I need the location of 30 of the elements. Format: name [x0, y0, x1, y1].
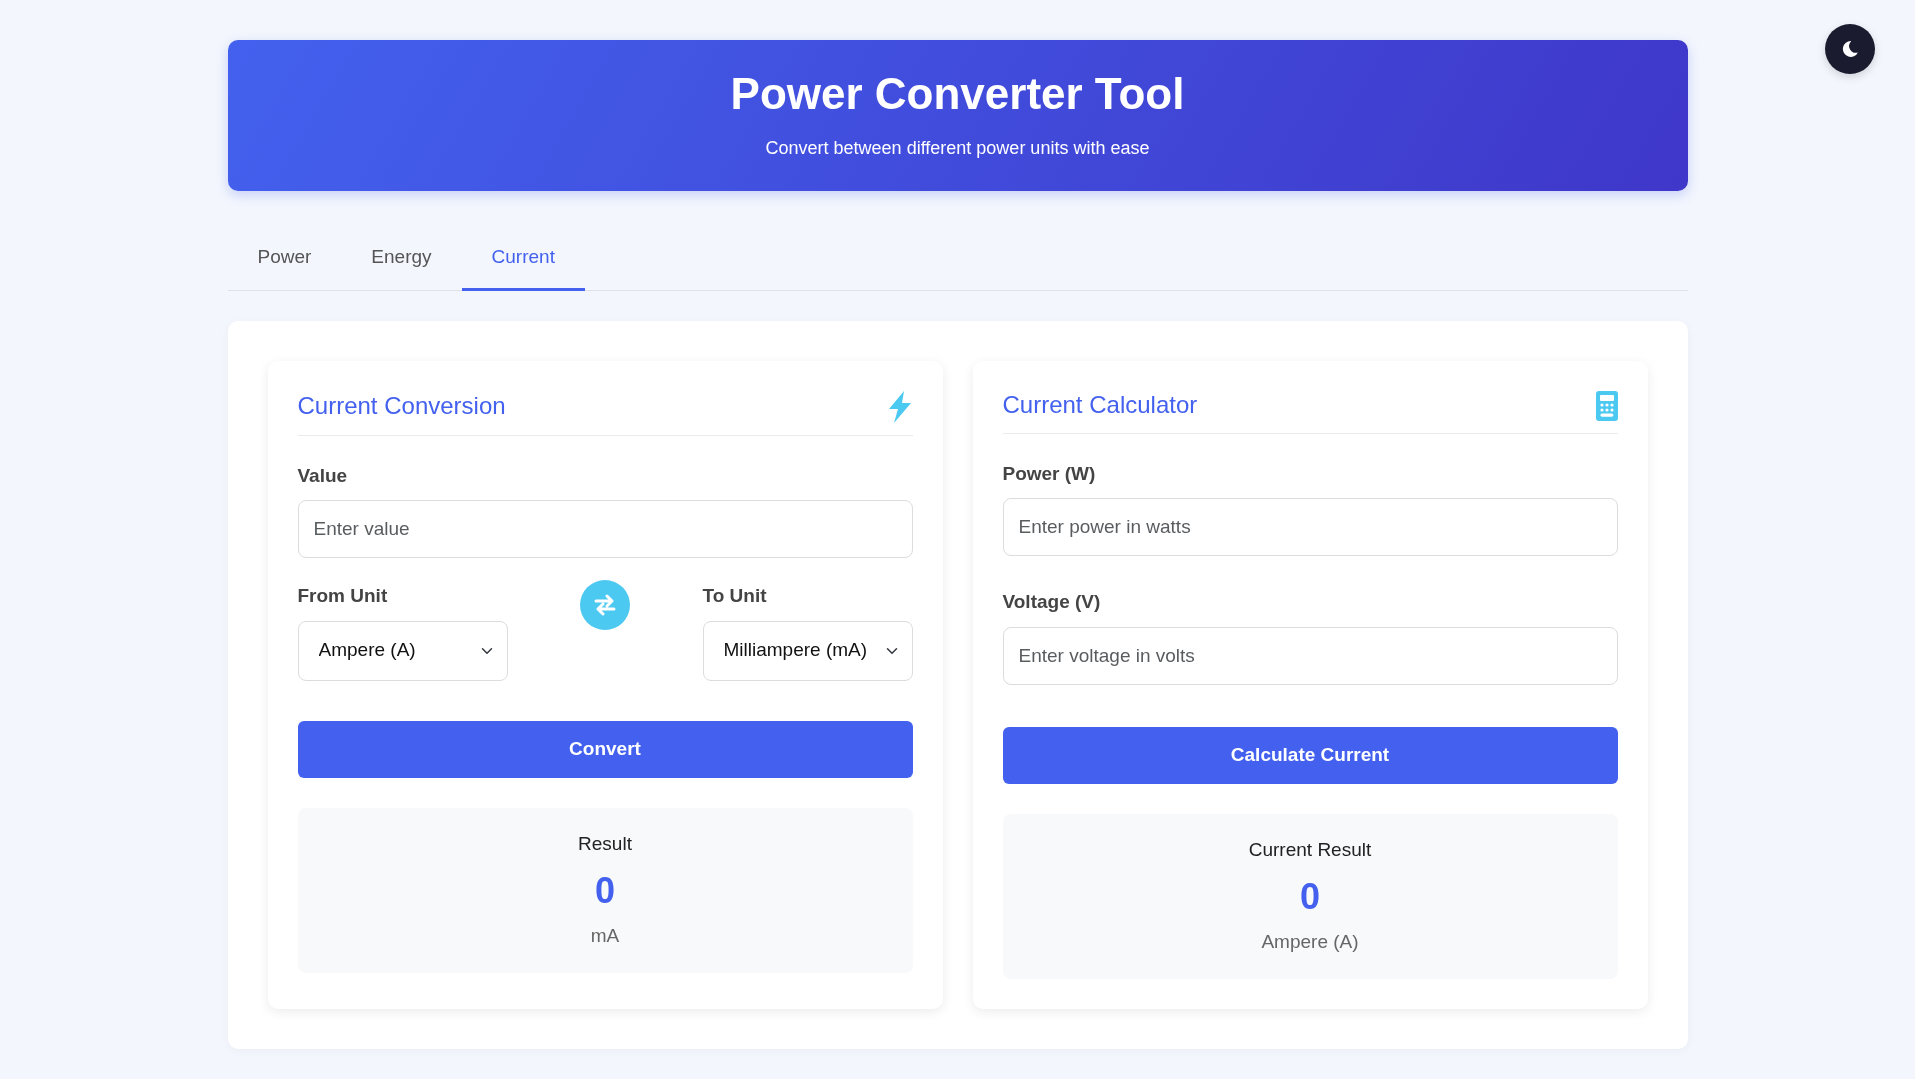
input-field[interactable]: Enter voltage in volts	[1002, 626, 1618, 685]
moon-icon	[1841, 40, 1859, 58]
card-title: Current Calculator	[1002, 391, 1198, 420]
tab[interactable]: Current	[461, 233, 585, 291]
result-value: 0	[1299, 875, 1321, 919]
result-unit: Ampere (A)	[1260, 930, 1360, 954]
calculate-button[interactable]: Calculate Current	[1002, 726, 1618, 784]
value-input[interactable]: Enter value	[297, 500, 913, 558]
theme-toggle-button[interactable]	[1825, 24, 1875, 74]
input-field[interactable]: Enter power in watts	[1002, 498, 1618, 556]
convert-button[interactable]: Convert	[297, 720, 913, 778]
result-value: 0	[594, 869, 616, 913]
result-label: Current Result	[1247, 837, 1373, 862]
field-label: From Unit	[297, 584, 389, 608]
calculator-icon	[1595, 390, 1618, 421]
field-label: Power (W)	[1002, 461, 1097, 486]
field-label: Voltage (V)	[1002, 590, 1102, 614]
swap-arrows-icon	[593, 594, 617, 616]
tab[interactable]: Power	[227, 233, 342, 291]
field-label: Value	[297, 463, 349, 488]
page-subtitle: Convert between different power units with ease	[764, 136, 1151, 160]
card-title: Current Conversion	[297, 392, 506, 421]
field-label: To Unit	[702, 584, 768, 608]
to-unit-select[interactable]: Milliampere (mA)	[702, 620, 913, 681]
tab[interactable]: Energy	[341, 233, 462, 291]
lightning-icon	[886, 390, 913, 423]
result-label: Result	[577, 831, 633, 856]
from-unit-select[interactable]: Ampere (A)	[297, 620, 508, 681]
result-unit: mA	[589, 924, 621, 948]
page-title: Power Converter Tool	[729, 68, 1186, 120]
